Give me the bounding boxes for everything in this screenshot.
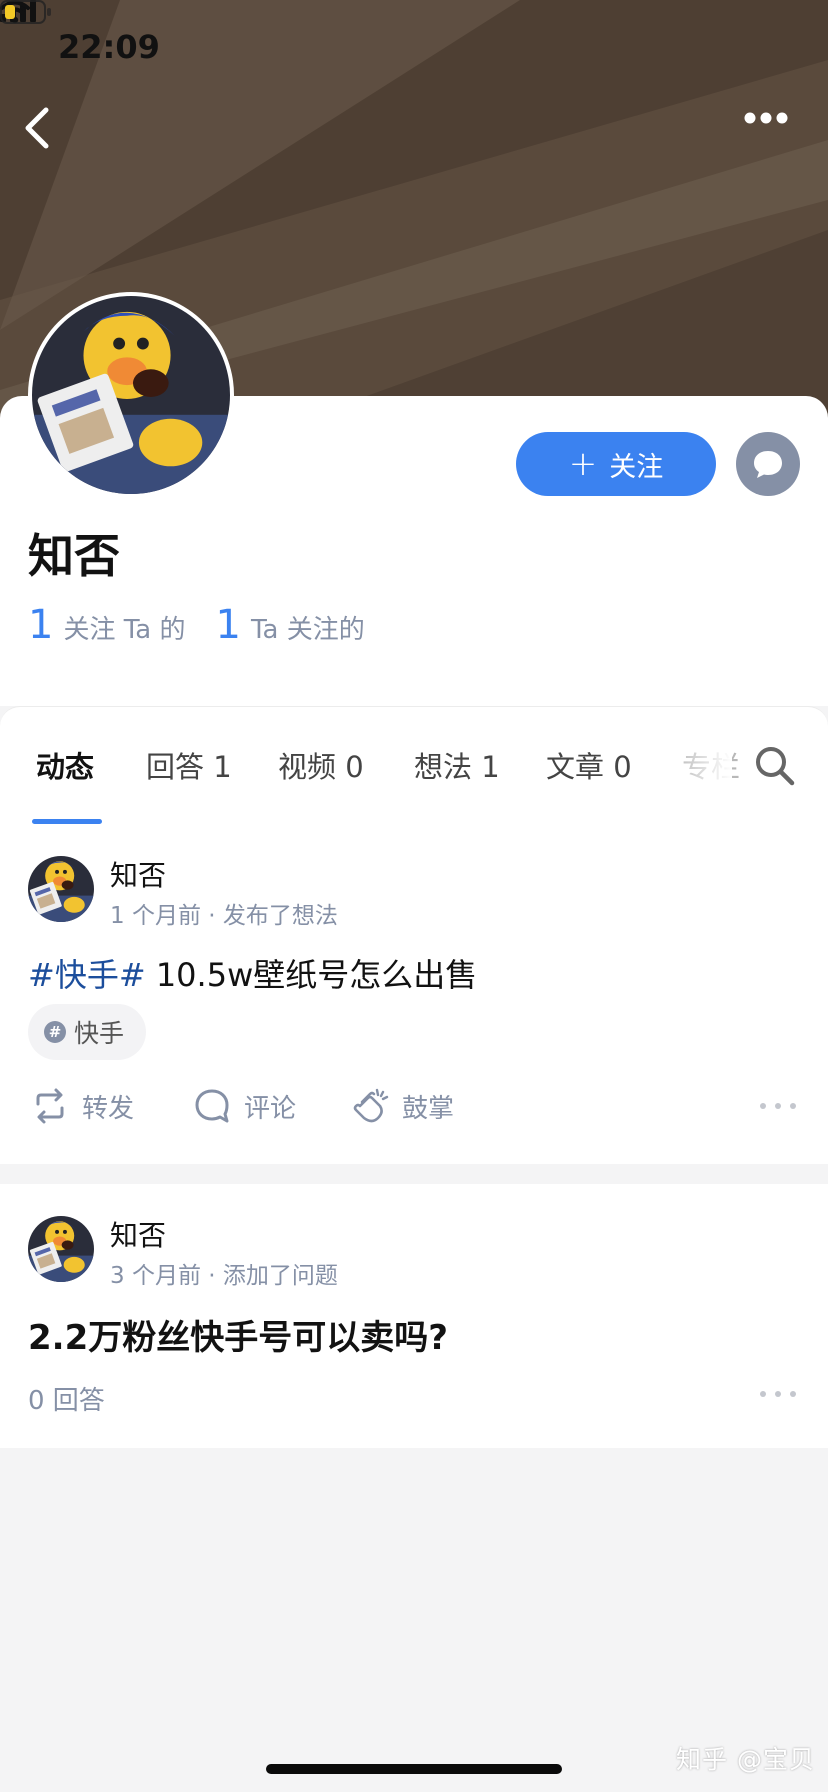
hashtag-icon: # <box>44 1021 66 1043</box>
repost-button[interactable]: 转发 <box>30 1086 134 1126</box>
profile-stats: 1 关注 Ta 的 1 Ta 关注的 <box>28 602 395 648</box>
tab-bar: 动态 回答 1 视频 0 想法 1 文章 0 专栏 <box>0 706 828 826</box>
dot-icon <box>760 1103 766 1109</box>
tab-videos[interactable]: 视频 0 <box>278 744 364 786</box>
post-text: 10.5w壁纸号怎么出售 <box>145 956 478 994</box>
author-name[interactable]: 知否 <box>110 854 166 894</box>
repost-label: 转发 <box>82 1093 135 1124</box>
avatar-image <box>28 1216 94 1282</box>
search-icon[interactable] <box>752 743 796 787</box>
post-content[interactable]: #快手# 10.5w壁纸号怎么出售 <box>28 950 477 996</box>
post-meta: 1 个月前 · 发布了想法 <box>110 903 338 929</box>
clap-button[interactable]: 鼓掌 <box>350 1086 454 1126</box>
tab-fade-overlay <box>672 727 732 807</box>
topic-chip[interactable]: # 快手 <box>28 1004 147 1060</box>
chevron-left-icon <box>25 107 49 149</box>
more-dots-icon <box>744 112 788 124</box>
tab-activity[interactable]: 动态 <box>36 744 94 786</box>
avatar-image <box>28 856 94 922</box>
tab-answers[interactable]: 回答 1 <box>146 744 232 786</box>
author-avatar[interactable] <box>28 856 94 922</box>
tab-articles[interactable]: 文章 0 <box>546 744 632 786</box>
follow-button[interactable]: + 关注 <box>516 432 716 496</box>
status-bar: 22:09 <box>0 0 828 100</box>
post-meta: 3 个月前 · 添加了问题 <box>110 1263 338 1289</box>
avatar-image <box>32 296 230 494</box>
repost-icon <box>36 1088 64 1124</box>
follow-button-label: 关注 <box>609 451 664 483</box>
comment-label: 评论 <box>244 1093 297 1124</box>
following-count: 1 <box>215 602 241 648</box>
chat-bubble-icon <box>754 451 782 478</box>
watermark: 知乎 @宝贝 <box>676 1745 815 1774</box>
profile-name: 知否 <box>28 529 120 583</box>
followers-label: 关注 Ta 的 <box>63 615 186 645</box>
plus-icon: + <box>568 444 598 484</box>
following-stat[interactable]: 1 Ta 关注的 <box>216 602 365 648</box>
dot-icon <box>790 1103 796 1109</box>
hashtag-link[interactable]: #快手# <box>28 956 146 994</box>
following-label: Ta 关注的 <box>250 615 365 645</box>
author-avatar[interactable] <box>28 1216 94 1282</box>
followers-stat[interactable]: 1 关注 Ta 的 <box>28 602 186 648</box>
clap-icon <box>353 1088 389 1123</box>
post-more-button[interactable] <box>760 1096 796 1116</box>
feed-item[interactable]: 知否 1 个月前 · 发布了想法 #快手# 10.5w壁纸号怎么出售 # 快手 … <box>0 824 828 1164</box>
dot-icon <box>790 1391 796 1397</box>
comment-icon <box>195 1089 229 1123</box>
question-title[interactable]: 2.2万粉丝快手号可以卖吗? <box>28 1310 448 1359</box>
message-button[interactable] <box>736 432 800 496</box>
tab-thoughts[interactable]: 想法 1 <box>414 744 500 786</box>
post-more-button[interactable] <box>760 1384 796 1404</box>
dot-icon <box>775 1103 781 1109</box>
profile-avatar[interactable] <box>28 292 234 498</box>
more-options-button[interactable] <box>744 112 800 152</box>
dot-icon <box>760 1391 766 1397</box>
battery-icon <box>0 0 51 24</box>
answer-count: 0 回答 <box>28 1386 105 1416</box>
back-button[interactable] <box>22 106 78 162</box>
dot-icon <box>775 1391 781 1397</box>
status-time: 22:09 <box>58 28 160 66</box>
author-name[interactable]: 知否 <box>110 1214 166 1254</box>
topic-label: 快手 <box>74 1019 125 1048</box>
comment-button[interactable]: 评论 <box>192 1086 296 1126</box>
feed-item[interactable]: 知否 3 个月前 · 添加了问题 2.2万粉丝快手号可以卖吗? 0 回答 <box>0 1184 828 1448</box>
followers-count: 1 <box>28 602 54 648</box>
home-indicator[interactable] <box>266 1764 562 1774</box>
clap-label: 鼓掌 <box>402 1093 455 1124</box>
